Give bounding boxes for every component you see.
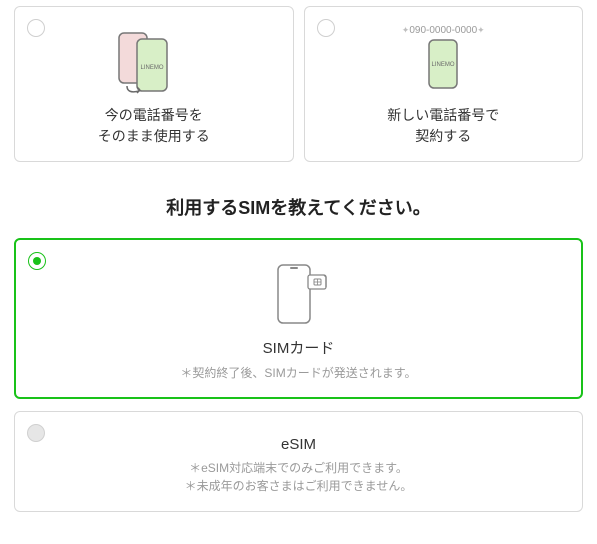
sim-selection-heading: 利用するSIMを教えてください。 xyxy=(14,194,583,220)
option-new-number[interactable]: ✦090-0000-0000✦ LINEMO 新しい電話番号で 契約する xyxy=(304,6,584,162)
sim-card-illustration xyxy=(25,257,572,327)
radio-new-number[interactable] xyxy=(317,19,335,37)
esim-notes: ＊eSIM対応端末でのみご利用できます。 ＊未成年のお客さまはご利用できません。 xyxy=(25,459,572,495)
option-esim: eSIM ＊eSIM対応端末でのみご利用できます。 ＊未成年のお客さまはご利用で… xyxy=(14,411,583,512)
radio-esim xyxy=(27,424,45,442)
svg-text:LINEMO: LINEMO xyxy=(432,62,455,68)
svg-text:LINEMO: LINEMO xyxy=(140,65,163,71)
new-number-illustration: ✦090-0000-0000✦ LINEMO xyxy=(315,25,573,95)
phone-number-sample: ✦090-0000-0000✦ xyxy=(402,25,485,36)
option-keep-number[interactable]: LINEMO 今の電話番号を そのまま使用する xyxy=(14,6,294,162)
sim-card-note: ＊契約終了後、SIMカードが発送されます。 xyxy=(25,364,572,382)
new-number-label: 新しい電話番号で 契約する xyxy=(315,105,573,147)
phone-number-options: LINEMO 今の電話番号を そのまま使用する ✦090-0000-0000✦ … xyxy=(14,6,583,162)
radio-sim-card[interactable] xyxy=(28,252,46,270)
keep-number-label: 今の電話番号を そのまま使用する xyxy=(25,105,283,147)
esim-title: eSIM xyxy=(25,436,572,453)
keep-number-illustration: LINEMO xyxy=(25,25,283,95)
radio-keep-number[interactable] xyxy=(27,19,45,37)
option-sim-card[interactable]: SIMカード ＊契約終了後、SIMカードが発送されます。 xyxy=(14,238,583,399)
sim-card-title: SIMカード xyxy=(25,337,572,358)
